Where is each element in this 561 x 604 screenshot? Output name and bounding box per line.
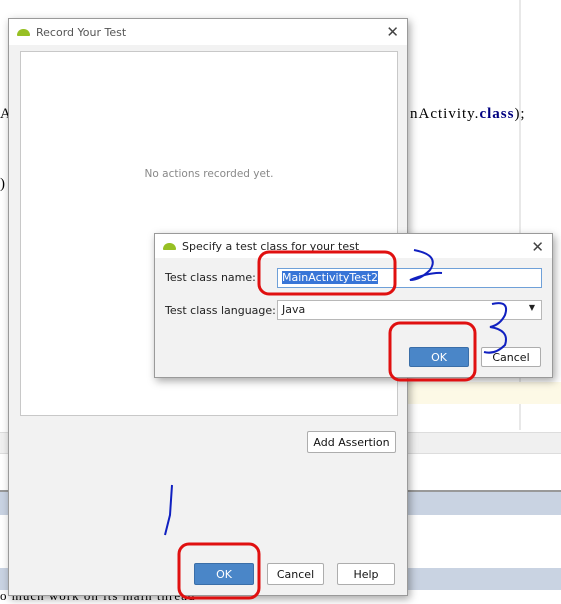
annotation-overlay [164,249,508,600]
annotation-number-2 [409,249,443,281]
annotation-box [177,542,261,600]
annotation-number-3 [483,302,508,354]
annotation-box [257,250,397,296]
annotation-box [388,321,477,382]
annotation-number-1 [164,484,173,536]
